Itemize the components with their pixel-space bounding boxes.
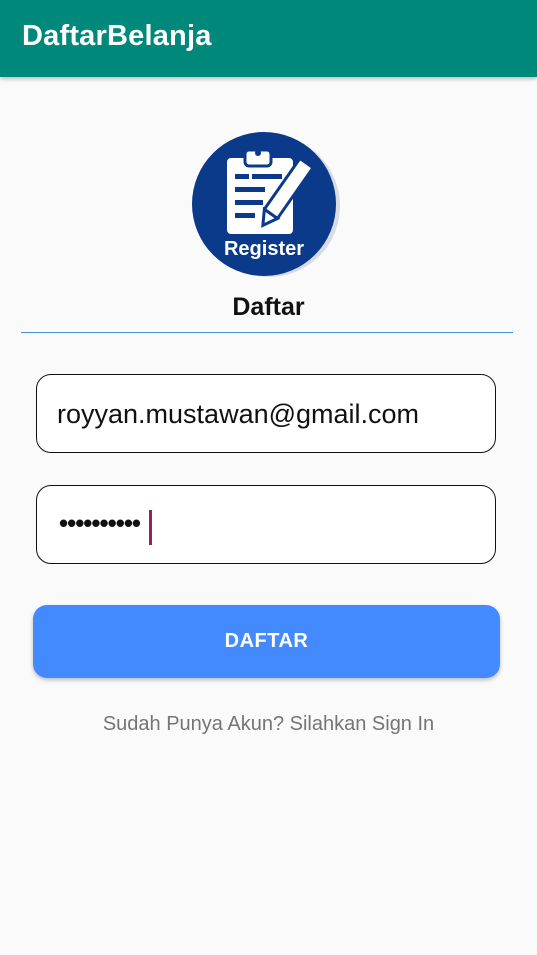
email-field[interactable]: royyan.mustawan@gmail.com xyxy=(36,374,496,453)
app-title: DaftarBelanja xyxy=(22,20,212,52)
password-field[interactable]: •••••••••• xyxy=(36,485,496,564)
register-clipboard-icon: Register xyxy=(190,130,342,280)
divider xyxy=(21,332,513,333)
logo-label: Register xyxy=(224,238,304,260)
app-bar: DaftarBelanja xyxy=(0,0,537,77)
password-value: •••••••••• xyxy=(59,508,141,538)
sign-in-link[interactable]: Sudah Punya Akun? Silahkan Sign In xyxy=(0,713,537,736)
text-caret xyxy=(149,510,152,545)
app-screen: DaftarBelanja Register Daftar royyan.mus… xyxy=(0,0,537,955)
register-button[interactable]: DAFTAR xyxy=(33,605,500,678)
page-title: Daftar xyxy=(232,293,305,321)
email-value: royyan.mustawan@gmail.com xyxy=(57,399,420,429)
